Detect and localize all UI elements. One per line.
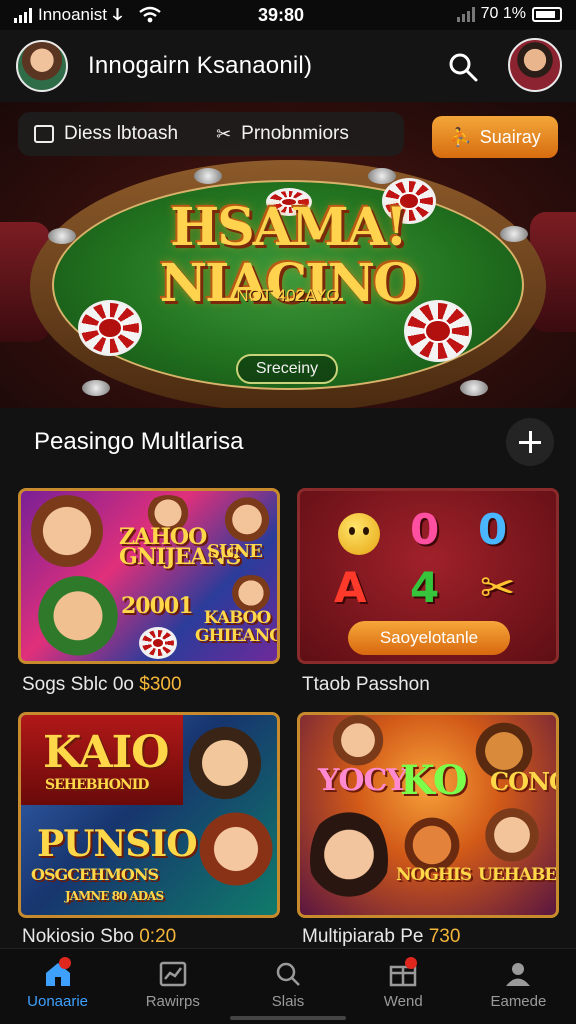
art-text: KABOO GHIEANO	[195, 608, 280, 646]
smiley-icon	[338, 513, 380, 555]
slot-symbol: A	[334, 563, 367, 612]
art-text: OSGCEHMONS	[31, 865, 159, 884]
character-art	[35, 569, 121, 659]
art-text: NOGHIS	[396, 865, 472, 885]
art-text: SUNE	[207, 541, 263, 562]
app-header: Innogairn Ksanaonil)	[0, 30, 576, 102]
slot-play-button[interactable]: Saoyelotanle	[348, 621, 510, 655]
nav-item-slots[interactable]: Slais	[230, 949, 345, 1024]
hero-banner[interactable]: Diess lbtoash ✂ Prnobnmiors ⛹ Suairay HS…	[0, 102, 576, 408]
nav-item-rankings[interactable]: Rawirps	[115, 949, 230, 1024]
nav-label: Rawirps	[145, 993, 200, 1010]
table-peg	[82, 380, 110, 396]
card-1-value: $300	[139, 674, 182, 695]
slot-symbol: 0	[478, 505, 508, 554]
art-text: YOCY	[318, 763, 408, 798]
slot-symbol: ✂	[480, 563, 516, 612]
art-text: 20001	[121, 593, 194, 619]
card-4-title: Multipiarab Pe	[302, 926, 424, 947]
table-peg	[500, 226, 528, 242]
pill-right-label[interactable]: Prnobnmiors	[241, 123, 349, 145]
card-3-value: 0:20	[139, 926, 177, 947]
slot-symbol: 4	[410, 563, 440, 612]
character-art	[187, 717, 263, 809]
character-art	[484, 807, 540, 869]
table-peg	[368, 168, 396, 184]
nav-label: Slais	[271, 993, 305, 1010]
hero-action-button[interactable]: Sreceiny	[236, 354, 338, 384]
notification-badge	[404, 957, 417, 969]
nav-item-home[interactable]: Uonaarie	[0, 949, 115, 1024]
battery-percent: 70 1%	[480, 5, 526, 22]
character-art	[27, 495, 107, 575]
card-2-caption: Ttaob Passhon	[302, 674, 430, 695]
slot-symbol: 0	[410, 505, 440, 554]
pill-left-label[interactable]: Diess lbtoash	[64, 123, 178, 145]
card-1-caption: Sogs Sblc 0o $300	[22, 674, 182, 696]
search-icon	[276, 962, 300, 986]
nav-item-wend[interactable]: Wend	[346, 949, 461, 1024]
battery-icon	[532, 6, 562, 22]
table-peg	[48, 228, 76, 244]
user-plus-icon: ⛹	[449, 126, 472, 147]
user-avatar[interactable]	[16, 40, 68, 92]
table-peg	[194, 168, 222, 184]
home-indicator	[230, 1016, 346, 1020]
status-time: 39:80	[258, 5, 305, 25]
art-text: ZAHOO GNIJEANS	[119, 524, 241, 570]
art-text: SEHEBHONID	[45, 777, 149, 793]
profile-avatar[interactable]	[508, 38, 562, 92]
card-4-caption: Multipiarab Pe 730	[302, 926, 460, 948]
card-1-title: Sogs Sblc 0o	[22, 674, 134, 695]
art-text: KO	[400, 757, 468, 804]
signup-button[interactable]: ⛹ Suairay	[432, 116, 558, 158]
art-text: UEHABE	[478, 865, 557, 885]
promo-icon: ✂	[216, 123, 232, 144]
chip-stack	[78, 300, 142, 356]
character-art	[197, 803, 275, 895]
nav-label: Eamede	[490, 993, 547, 1010]
status-bar: Innoanist ↆ 39:80 70 1%	[0, 0, 576, 30]
art-text: JAMNE 80 ADAS	[65, 889, 164, 903]
header-title: Innogairn Ksanaonil)	[88, 52, 313, 79]
game-card-3[interactable]: KAIO SEHEBHONID PUNSIO OSGCEHMONS JAMNE …	[18, 712, 280, 918]
game-card-2[interactable]: 0 0 A 4 ✂ Saoyelotanle	[297, 488, 559, 664]
character-art	[310, 805, 388, 915]
art-text: KAIO	[43, 727, 170, 778]
card-4-value: 730	[428, 926, 461, 947]
art-text: CONG	[490, 767, 556, 796]
game-card-1[interactable]: ZAHOO GNIJEANS SUNE 20001 KABOO GHIEANO	[18, 488, 280, 664]
art-text: PUNSIO	[37, 823, 198, 865]
wifi-icon	[139, 6, 161, 23]
nav-item-profile[interactable]: Eamede	[461, 949, 576, 1024]
bottom-navigation: Uonaarie Rawirps Slais Wend Eamede	[0, 948, 576, 1024]
character-art	[223, 497, 271, 547]
hero-subtitle: NOT 402AYO	[236, 286, 340, 305]
add-button[interactable]	[506, 418, 554, 466]
nav-label: Wend	[383, 993, 423, 1010]
section-title: Peasingo Multlarisa	[34, 428, 244, 455]
hero-tabs-pill: Diess lbtoash ✂ Prnobnmiors	[18, 112, 404, 156]
card-3-title: Nokiosio Sbo	[22, 926, 134, 947]
nav-label: Uonaarie	[27, 993, 89, 1010]
search-icon[interactable]	[446, 50, 480, 84]
cell-signal-icon	[456, 6, 475, 22]
profile-icon	[506, 963, 531, 986]
sync-icon: ↆ	[113, 5, 122, 24]
card-3-caption: Nokiosio Sbo 0:20	[22, 926, 176, 948]
signal-icon	[14, 7, 32, 23]
book-icon	[34, 125, 54, 143]
carrier-label: Innoanist	[38, 5, 107, 24]
chip-icon	[139, 627, 177, 659]
signup-label: Suairay	[479, 126, 541, 147]
game-card-4[interactable]: YOCY KO CONG NOGHIS UEHABE	[297, 712, 559, 918]
chart-icon	[159, 961, 187, 987]
table-peg	[460, 380, 488, 396]
